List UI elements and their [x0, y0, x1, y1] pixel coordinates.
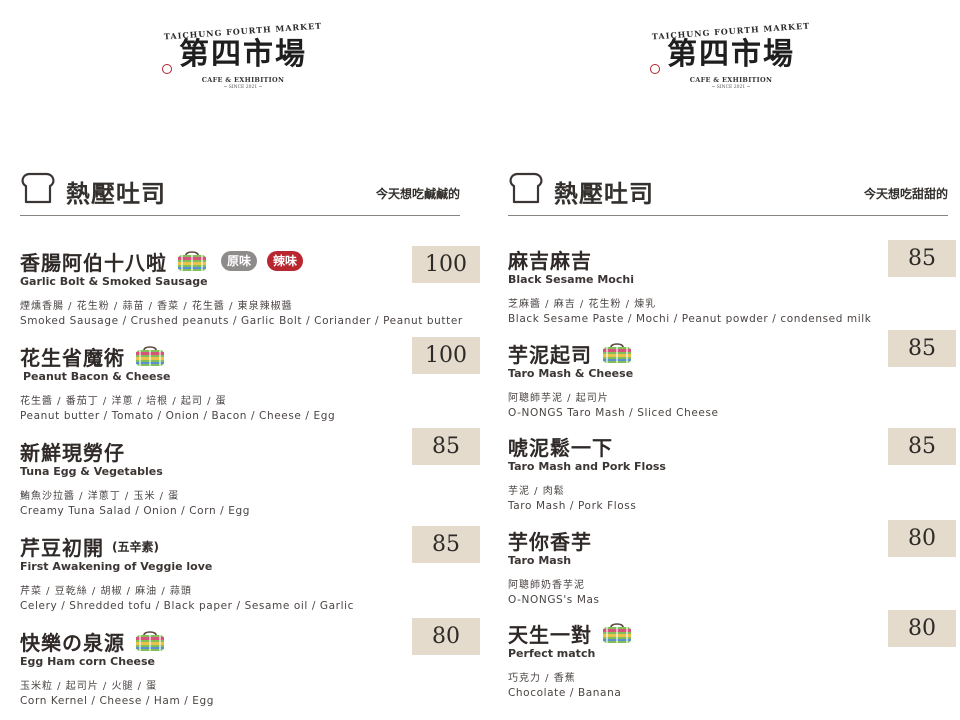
menu-item: 芹豆初開 (五辛素) First Awakening of Veggie lov… [20, 533, 460, 613]
item-ingredients-en: Corn Kernel / Cheese / Ham / Egg [20, 695, 215, 707]
item-name: 芹豆初開 [20, 535, 104, 560]
logo-main-text: 第四市場 [667, 37, 795, 72]
item-ingredients-en: Smoked Sausage / Crushed peanuts / Garli… [20, 315, 463, 327]
logo-stamp-icon [162, 64, 172, 74]
item-ingredients-en: O-NONGS Taro Mash / Sliced Cheese [508, 407, 719, 419]
item-english-name: Peanut Bacon & Cheese [23, 370, 171, 383]
item-english-name: Garlic Bolt & Smoked Sausage [20, 275, 208, 288]
section-title: 熱壓吐司 [66, 180, 166, 208]
tag-original: 原味 [221, 251, 258, 271]
item-ingredients-zh: 芝麻醬 / 麻吉 / 花生粉 / 煉乳 [508, 299, 657, 310]
menu-item: 花生省魔術 Peanut Bacon & Cheese 花生醬 / 番茄丁 / … [20, 343, 460, 423]
market-logo: TAICHUNG FOURTH MARKET 第四市場 CAFE & EXHIB… [646, 20, 816, 106]
item-price: 100 [412, 246, 480, 283]
item-ingredients-zh: 煙燻香腸 / 花生粉 / 蒜苗 / 香菜 / 花生醬 / 東泉辣椒醬 [20, 301, 293, 312]
menu-item: 快樂の泉源 Egg Ham corn Cheese 玉米粒 / 起司片 / 火腿… [20, 628, 460, 708]
item-price: 80 [888, 610, 956, 647]
item-price: 85 [412, 526, 480, 563]
toast-icon [508, 172, 544, 204]
lunchbox-icon [177, 250, 207, 272]
item-ingredients-en: Black Sesame Paste / Mochi / Peanut powd… [508, 313, 872, 325]
item-name: 香腸阿伯十八啦 [20, 250, 167, 275]
item-english-name: First Awakening of Veggie love [20, 560, 213, 573]
logo-main-text: 第四市場 [179, 37, 307, 72]
item-ingredients-en: O-NONGS's Mas [508, 594, 600, 606]
toast-icon [20, 172, 56, 204]
logo-sub-text: CAFE & EXHIBITION [689, 76, 773, 84]
menu-column-savory: TAICHUNG FOURTH MARKET 第四市場 CAFE & EXHIB… [0, 0, 480, 720]
item-ingredients-zh: 芹菜 / 豆乾絲 / 胡椒 / 麻油 / 蒜頭 [20, 586, 192, 597]
section-note: 今天想吃鹹鹹的 [375, 187, 460, 201]
item-price: 85 [888, 428, 956, 465]
menu-item: 新鮮現勞仔 Tuna Egg & Vegetables 鮪魚沙拉醬 / 洋蔥丁 … [20, 438, 460, 518]
item-price: 80 [412, 618, 480, 655]
item-name-note: (五辛素) [112, 539, 159, 554]
item-name: 唬泥鬆一下 [508, 435, 613, 460]
item-ingredients-zh: 玉米粒 / 起司片 / 火腿 / 蛋 [20, 681, 158, 692]
logo-stamp-icon [650, 64, 660, 74]
item-name: 芋泥起司 [508, 342, 592, 367]
item-english-name: Tuna Egg & Vegetables [20, 465, 163, 478]
item-name: 天生一對 [508, 622, 592, 647]
logo-since-text: ~ SINCE 2021 ~ [711, 85, 751, 90]
item-name: 快樂の泉源 [20, 630, 125, 655]
item-english-name: Perfect match [508, 647, 596, 660]
menu-item: 天生一對 Perfect match 巧克力 / 香蕉 Chocolate / … [508, 620, 948, 699]
section-note: 今天想吃甜甜的 [863, 187, 948, 201]
item-ingredients-zh: 阿聰師奶香芋泥 [508, 580, 585, 591]
item-ingredients-zh: 巧克力 / 香蕉 [508, 673, 576, 684]
item-english-name: Black Sesame Mochi [508, 273, 634, 286]
item-ingredients-en: Peanut butter / Tomato / Onion / Bacon /… [20, 410, 336, 422]
menu-item: 芋你香芋 Taro Mash 阿聰師奶香芋泥 O-NONGS's Mas [508, 527, 948, 607]
lunchbox-icon [602, 622, 632, 644]
item-ingredients-en: Taro Mash / Pork Floss [508, 500, 637, 512]
menu-column-sweet: TAICHUNG FOURTH MARKET 第四市場 CAFE & EXHIB… [488, 0, 958, 720]
item-english-name: Taro Mash [508, 554, 572, 567]
item-ingredients-en: Celery / Shredded tofu / Black paper / S… [20, 600, 354, 612]
section-header: 熱壓吐司 今天想吃鹹鹹的 [20, 172, 460, 216]
lunchbox-icon [602, 342, 632, 364]
logo-since-text: ~ SINCE 2021 ~ [223, 85, 263, 90]
item-price: 85 [888, 240, 956, 277]
item-price: 85 [888, 330, 956, 367]
lunchbox-icon [135, 345, 165, 367]
menu-item: 唬泥鬆一下 Taro Mash and Pork Floss 芋泥 / 肉鬆 T… [508, 433, 948, 513]
item-ingredients-zh: 鮪魚沙拉醬 / 洋蔥丁 / 玉米 / 蛋 [20, 491, 180, 502]
item-english-name: Taro Mash and Pork Floss [508, 460, 666, 473]
item-name: 麻吉麻吉 [508, 248, 592, 273]
item-english-name: Egg Ham corn Cheese [20, 655, 156, 668]
logo-sub-text: CAFE & EXHIBITION [201, 76, 285, 84]
tag-spicy: 辣味 [267, 251, 304, 271]
item-ingredients-zh: 阿聰師芋泥 / 起司片 [508, 393, 609, 404]
menu-item: 麻吉麻吉 Black Sesame Mochi 芝麻醬 / 麻吉 / 花生粉 /… [508, 246, 948, 326]
menu-item: 芋泥起司 Taro Mash & Cheese 阿聰師芋泥 / 起司片 O-NO… [508, 340, 948, 420]
item-ingredients-zh: 芋泥 / 肉鬆 [508, 486, 565, 497]
section-header: 熱壓吐司 今天想吃甜甜的 [508, 172, 948, 216]
lunchbox-icon [135, 630, 165, 652]
item-name: 芋你香芋 [508, 529, 592, 554]
item-name: 花生省魔術 [20, 345, 125, 370]
menu-item: 香腸阿伯十八啦 原味 辣味 Garlic Bolt & Smoked Sausa… [20, 248, 463, 328]
item-english-name: Taro Mash & Cheese [508, 367, 634, 380]
section-title: 熱壓吐司 [554, 180, 654, 208]
item-price: 85 [412, 428, 480, 465]
item-name: 新鮮現勞仔 [20, 440, 125, 465]
item-ingredients-en: Creamy Tuna Salad / Onion / Corn / Egg [20, 505, 250, 517]
item-price: 80 [888, 520, 956, 557]
item-ingredients-en: Chocolate / Banana [508, 687, 622, 699]
market-logo: TAICHUNG FOURTH MARKET 第四市場 CAFE & EXHIB… [158, 20, 328, 106]
item-price: 100 [412, 337, 480, 374]
item-ingredients-zh: 花生醬 / 番茄丁 / 洋蔥 / 培根 / 起司 / 蛋 [20, 396, 227, 407]
